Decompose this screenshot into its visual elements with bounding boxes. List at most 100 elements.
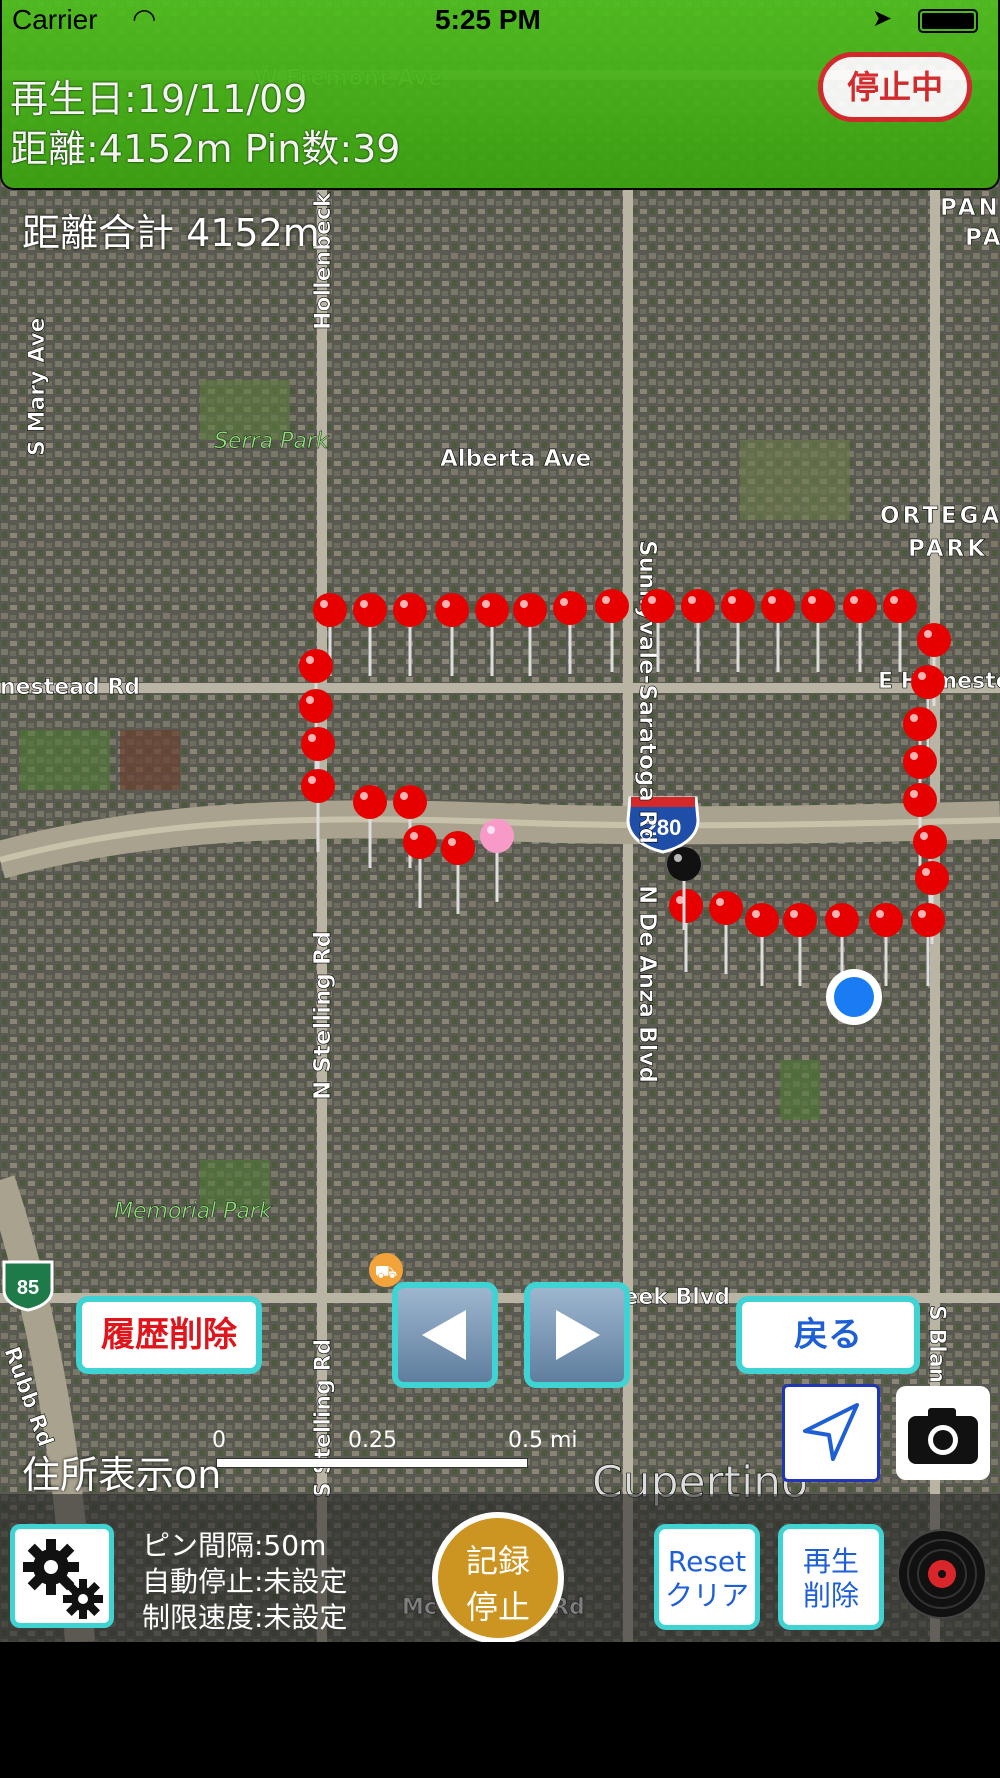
auto-stop: 自動停止:未設定 [142, 1565, 348, 1598]
route-pin[interactable] [709, 891, 743, 925]
scale-label-025: 0.25 [348, 1428, 397, 1453]
route-pin[interactable] [903, 707, 937, 741]
next-button[interactable] [524, 1282, 630, 1388]
current-location-marker [826, 969, 882, 1025]
right-triangle-icon [556, 1310, 600, 1360]
pin-highlight [924, 630, 932, 638]
navigation-arrow-icon [803, 1403, 859, 1461]
scale-label-05: 0.5 mi [508, 1428, 578, 1453]
shopping-cart-icon: ⛟ [369, 1253, 403, 1287]
route-pin[interactable] [913, 825, 947, 859]
pin-highlight [728, 596, 736, 604]
pin-highlight [674, 854, 682, 862]
svg-text:⛟: ⛟ [375, 1262, 398, 1283]
back-button[interactable]: 戻る [736, 1296, 920, 1374]
record-label-line1: 記録 [465, 1542, 530, 1580]
delete-history-button[interactable]: 履歴削除 [76, 1296, 262, 1374]
route-pin[interactable] [883, 589, 917, 623]
locate-me-button[interactable] [782, 1384, 880, 1482]
route-pin[interactable] [393, 593, 427, 627]
route-pin[interactable] [917, 623, 951, 657]
route-pin[interactable] [745, 903, 779, 937]
svg-text:PA: PA [965, 225, 1000, 251]
svg-text:nestead Rd: nestead Rd [0, 675, 140, 700]
route-pin[interactable] [313, 593, 347, 627]
pin-highlight [918, 672, 926, 680]
svg-text:S Blan: S Blan [924, 1305, 949, 1383]
pin-highlight [922, 868, 930, 876]
svg-text:PARK: PARK [908, 536, 988, 562]
location-arrow-icon: ➤ [872, 4, 893, 32]
scale-bar [216, 1458, 528, 1468]
route-end-pin[interactable] [667, 847, 701, 881]
left-triangle-icon [422, 1310, 466, 1360]
pin-highlight [360, 792, 368, 800]
route-pin[interactable] [641, 589, 675, 623]
route-pin[interactable] [403, 825, 437, 859]
pin-highlight [448, 838, 456, 846]
route-pin[interactable] [761, 589, 795, 623]
previous-button[interactable] [392, 1282, 498, 1388]
record-stop-button[interactable]: 記録 停止 [432, 1512, 564, 1642]
route-pin[interactable] [299, 649, 333, 683]
pin-highlight [410, 832, 418, 840]
camera-button[interactable] [896, 1386, 990, 1480]
route-pin[interactable] [783, 903, 817, 937]
route-pin[interactable] [435, 593, 469, 627]
route-start-pin[interactable] [480, 819, 514, 853]
svg-text:Memorial Park: Memorial Park [114, 1199, 273, 1224]
pin-highlight [910, 714, 918, 722]
route-pin[interactable] [595, 589, 629, 623]
route-pin[interactable] [513, 593, 547, 627]
route-pin[interactable] [721, 589, 755, 623]
pin-highlight [752, 910, 760, 918]
route-pin[interactable] [903, 745, 937, 779]
route-pin[interactable] [825, 903, 859, 937]
route-pin[interactable] [915, 861, 949, 895]
playback-delete-button[interactable]: 再生 削除 [778, 1524, 884, 1630]
route-pin[interactable] [869, 903, 903, 937]
stop-state-badge[interactable]: 停止中 [818, 52, 972, 122]
route-pin[interactable] [911, 903, 945, 937]
route-pin[interactable] [475, 593, 509, 627]
address-toggle[interactable]: 住所表示on [22, 1444, 221, 1499]
pin-highlight [688, 596, 696, 604]
route-pin[interactable] [681, 589, 715, 623]
reset-clear-button[interactable]: Reset クリア [654, 1524, 760, 1630]
pin-highlight [768, 596, 776, 604]
record-label-line2: 停止 [465, 1588, 530, 1626]
route-pin[interactable] [801, 589, 835, 623]
route-pin[interactable] [441, 831, 475, 865]
pin-highlight [487, 826, 495, 834]
play-date: 再生日:19/11/09 [10, 77, 308, 121]
route-pin[interactable] [353, 785, 387, 819]
svg-text:N De Anza Blvd: N De Anza Blvd [634, 885, 660, 1083]
route-pin[interactable] [301, 727, 335, 761]
pin-highlight [910, 752, 918, 760]
svg-text:Serra Park: Serra Park [214, 429, 330, 454]
speed-limit: 制限速度:未設定 [142, 1601, 348, 1634]
pin-highlight [832, 910, 840, 918]
bottom-toolbar: ピン間隔:50m 自動停止:未設定 制限速度:未設定 記録 停止 Reset ク… [0, 1494, 1000, 1642]
route-pin[interactable] [299, 689, 333, 723]
pin-highlight [850, 596, 858, 604]
svg-text:N Stelling Rd: N Stelling Rd [310, 931, 336, 1100]
route-pin[interactable] [393, 785, 427, 819]
route-pin[interactable] [903, 783, 937, 817]
route-pin[interactable] [843, 589, 877, 623]
pin-highlight [400, 600, 408, 608]
pin-highlight [918, 910, 926, 918]
pin-highlight [360, 600, 368, 608]
vinyl-record-icon[interactable] [896, 1528, 988, 1620]
pin-highlight [306, 656, 314, 664]
pin-highlight [808, 596, 816, 604]
app-screen: 280 85 W Fremont Ave Alberta Ave ORTEGA … [0, 0, 1000, 1642]
pin-highlight [442, 600, 450, 608]
route-pin[interactable] [301, 769, 335, 803]
settings-button[interactable] [10, 1524, 114, 1628]
route-pin[interactable] [669, 889, 703, 923]
pin-highlight [320, 600, 328, 608]
route-pin[interactable] [553, 591, 587, 625]
route-pin[interactable] [911, 665, 945, 699]
route-pin[interactable] [353, 593, 387, 627]
